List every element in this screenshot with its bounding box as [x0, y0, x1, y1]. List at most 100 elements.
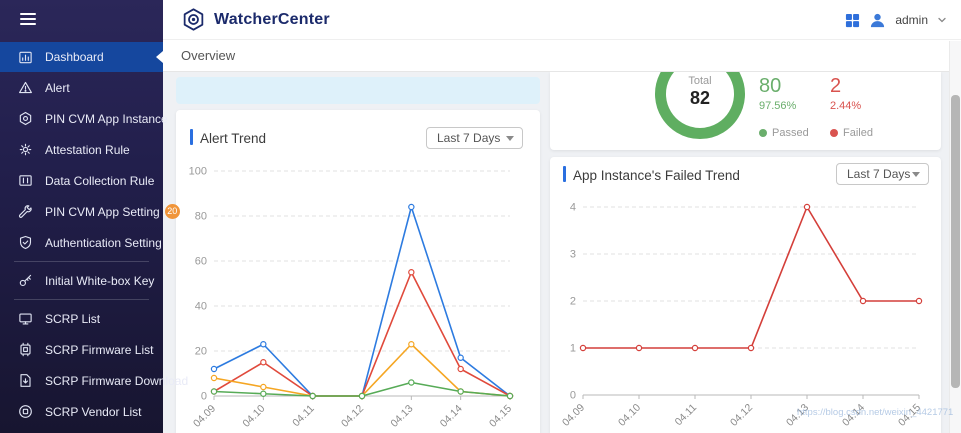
app-logo: WatcherCenter — [181, 7, 330, 32]
passed-label: Passed — [772, 127, 809, 139]
svg-text:3: 3 — [570, 249, 576, 261]
tab-overview[interactable]: Overview — [181, 40, 235, 71]
passed-percent: 97.56% — [759, 100, 796, 112]
svg-text:04.12: 04.12 — [339, 403, 366, 430]
svg-text:04.15: 04.15 — [896, 402, 923, 429]
svg-text:20: 20 — [195, 346, 207, 358]
svg-text:04.13: 04.13 — [388, 403, 415, 430]
sidebar-item-label: Dashboard — [45, 50, 104, 64]
alert-trend-card: Alert Trend Last 7 Days 02040608010004.0… — [176, 110, 540, 433]
svg-text:04.11: 04.11 — [673, 402, 700, 429]
app-title: WatcherCenter — [214, 11, 330, 29]
firmware-chip-icon — [18, 342, 34, 358]
watchercenter-logo-icon — [181, 7, 206, 32]
user-name[interactable]: admin — [895, 13, 928, 27]
menu-divider — [14, 299, 149, 300]
svg-text:04.10: 04.10 — [616, 402, 643, 429]
donut-center-text: Total 82 — [645, 75, 755, 109]
sidebar-item-pin-cvm-app-instance[interactable]: PIN CVM App Instance — [0, 103, 163, 134]
svg-text:60: 60 — [195, 256, 207, 268]
sidebar-item-dashboard[interactable]: Dashboard — [0, 42, 163, 72]
sidebar-item-alert[interactable]: Alert — [0, 72, 163, 103]
sidebar-item-label: PIN CVM App Setting — [45, 205, 160, 219]
sidebar-item-label: PIN CVM App Instance — [45, 112, 168, 126]
sidebar-item-attestation-rule[interactable]: Attestation Rule — [0, 134, 163, 165]
sidebar-item-scrp-firmware-list[interactable]: SCRP Firmware List — [0, 334, 163, 365]
svg-text:0: 0 — [570, 390, 576, 402]
alert-triangle-icon — [18, 80, 34, 96]
sidebar-item-label: Alert — [45, 81, 70, 95]
shield-check-icon — [18, 235, 34, 251]
sidebar-item-label: SCRP List — [45, 312, 100, 326]
download-doc-icon — [18, 373, 34, 389]
svg-text:04.11: 04.11 — [290, 403, 317, 430]
dashboard-chart-icon — [18, 49, 34, 65]
failed-value: 2 — [830, 75, 861, 97]
sidebar-item-scrp-firmware-download[interactable]: SCRP Firmware Download — [0, 365, 163, 396]
svg-text:04.12: 04.12 — [728, 402, 755, 429]
sidebar-item-pin-cvm-app-setting[interactable]: PIN CVM App Setting20 — [0, 196, 163, 227]
failed-dot-icon — [830, 129, 838, 137]
svg-text:4: 4 — [570, 202, 576, 214]
sidebar-item-label: Authentication Setting — [45, 236, 162, 250]
sidebar-menu: Dashboard Alert PIN CVM App Instance Attest… — [0, 42, 163, 427]
failed-label: Failed — [843, 127, 873, 139]
sidebar-item-scrp-vendor-list[interactable]: SCRP Vendor List — [0, 396, 163, 427]
wrench-icon — [18, 204, 34, 220]
sidebar-item-label: Data Collection Rule — [45, 174, 154, 188]
svg-text:04.13: 04.13 — [784, 402, 811, 429]
info-banner — [176, 77, 540, 104]
svg-text:1: 1 — [570, 343, 576, 355]
sidebar-item-label: Attestation Rule — [45, 143, 130, 157]
key-icon — [18, 273, 34, 289]
sidebar-item-initial-white-box-key[interactable]: Initial White-box Key — [0, 265, 163, 296]
legend-passed: Passed — [759, 127, 809, 139]
sidebar-item-data-collection-rule[interactable]: Data Collection Rule — [0, 165, 163, 196]
scrp-list-icon — [18, 311, 34, 327]
sidebar-item-scrp-list[interactable]: SCRP List — [0, 303, 163, 334]
sidebar: Dashboard Alert PIN CVM App Instance Attest… — [0, 0, 163, 433]
passed-stat: 80 97.56% — [759, 75, 796, 112]
vendor-list-icon — [18, 404, 34, 420]
total-label: Total — [645, 75, 755, 87]
svg-text:04.14: 04.14 — [438, 403, 465, 430]
menu-divider — [14, 261, 149, 262]
vertical-scrollbar[interactable] — [949, 41, 961, 433]
sidebar-item-label: SCRP Firmware List — [45, 343, 153, 357]
svg-text:80: 80 — [195, 211, 207, 223]
svg-text:2: 2 — [570, 296, 576, 308]
scrollbar-thumb[interactable] — [951, 95, 960, 388]
svg-text:0: 0 — [201, 391, 207, 403]
notification-badge: 20 — [165, 204, 180, 219]
sidebar-item-label: SCRP Firmware Download — [45, 374, 188, 388]
svg-text:40: 40 — [195, 301, 207, 313]
failed-percent: 2.44% — [830, 100, 861, 112]
hamburger-menu-icon[interactable] — [20, 13, 36, 28]
svg-text:04.15: 04.15 — [487, 403, 514, 430]
apps-grid-icon[interactable] — [845, 13, 860, 28]
hexagon-app-icon — [18, 111, 34, 127]
svg-text:04.09: 04.09 — [560, 402, 587, 429]
sidebar-item-authentication-setting[interactable]: Authentication Setting — [0, 227, 163, 258]
total-value: 82 — [645, 88, 755, 109]
user-avatar-icon[interactable] — [869, 12, 886, 29]
passed-dot-icon — [759, 129, 767, 137]
chevron-down-icon[interactable] — [937, 15, 947, 25]
failed-stat: 2 2.44% — [830, 75, 861, 112]
sidebar-item-label: SCRP Vendor List — [45, 405, 142, 419]
gear-icon — [18, 142, 34, 158]
svg-text:100: 100 — [189, 166, 207, 178]
legend-failed: Failed — [830, 127, 873, 139]
failed-trend-card: App Instance's Failed Trend Last 7 Days … — [550, 157, 941, 433]
svg-text:04.10: 04.10 — [240, 403, 267, 430]
tab-bar: Overview — [163, 40, 961, 72]
failed-trend-chart: 0 1 2 3 4 04.09 04.10 04.11 04.12 04.13 04.14 04.15 — [550, 157, 941, 433]
svg-text:04.09: 04.09 — [191, 403, 218, 430]
passed-value: 80 — [759, 75, 796, 97]
collection-grid-icon — [18, 173, 34, 189]
alert-trend-chart: 0 20 40 60 80 100 04.09 04.10 04.11 04.12 04.13 04.… — [176, 110, 540, 432]
content-area: Alert Trend Last 7 Days 02040608010004.0… — [163, 72, 961, 433]
svg-text:04.14: 04.14 — [840, 402, 867, 429]
sidebar-item-label: Initial White-box Key — [45, 274, 154, 288]
attestation-summary-card: Total 82 80 97.56% 2 2.44% Passed Failed — [550, 72, 941, 150]
